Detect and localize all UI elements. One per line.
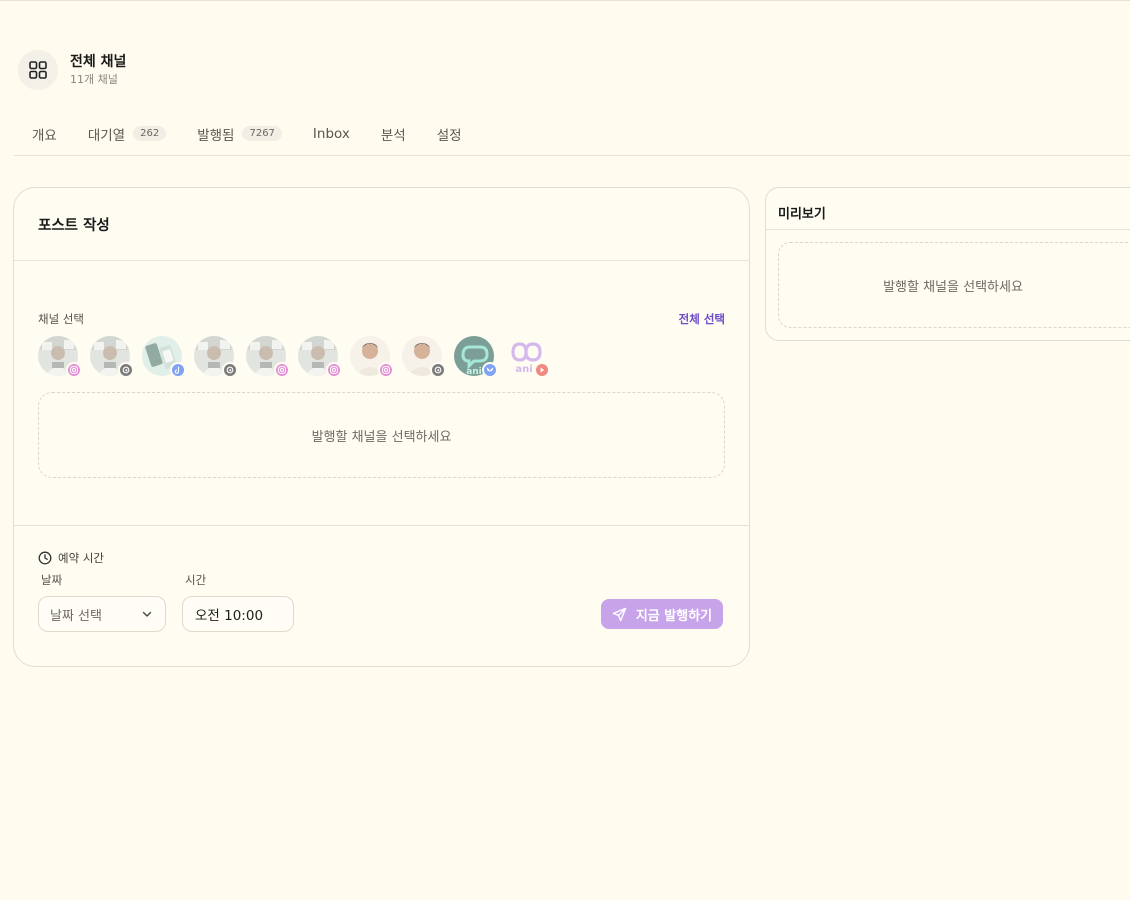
channel-avatar[interactable] [298,336,342,378]
post-composer-card: 포스트 작성 채널 선택 전체 선택 ani ani 발행할 채널을 선택하세요 … [13,187,750,667]
time-label: 시간 [185,573,207,587]
svg-text:ani: ani [466,367,482,376]
channel-avatar[interactable] [194,336,238,378]
page-title: 전체 채널 [70,54,127,70]
channel-header: 전체 채널 11개 채널 [18,50,126,90]
instagram-icon [66,362,82,378]
composer-title: 포스트 작성 [38,218,110,234]
channel-avatar[interactable]: ani [506,336,550,378]
queue-count-badge: 262 [133,126,167,141]
channel-avatar[interactable] [38,336,82,378]
preview-placeholder: 발행할 채널을 선택하세요 [778,242,1130,328]
channel-avatar[interactable] [350,336,394,378]
time-field[interactable]: 오전 10:00 [182,596,294,632]
send-icon [612,607,627,621]
publish-now-button[interactable]: 지금 발행하기 [601,599,723,629]
tiktok-icon [170,362,186,378]
threads-icon [118,362,134,378]
published-count-badge: 7267 [242,126,282,141]
date-label: 날짜 [41,573,63,587]
chevron-down-icon [142,611,152,617]
select-all-button[interactable]: 전체 선택 [679,311,725,327]
date-picker[interactable]: 날짜 선택 [38,596,166,632]
threads-icon [222,362,238,378]
tab-settings[interactable]: 설정 [437,112,462,156]
youtube-icon [534,362,550,378]
tab-analytics[interactable]: 분석 [381,112,406,156]
svg-text:ani: ani [515,364,532,375]
threads-icon [430,362,446,378]
bluesky-icon [482,362,498,378]
tab-inbox[interactable]: Inbox [313,112,350,156]
channel-select-label: 채널 선택 [38,312,84,326]
date-placeholder: 날짜 선택 [50,608,102,624]
preview-card: 미리보기 발행할 채널을 선택하세요 [765,187,1130,341]
channel-avatar-list: ani ani [38,336,725,380]
tab-overview[interactable]: 개요 [32,112,57,156]
channel-avatar[interactable] [402,336,446,378]
tab-queue[interactable]: 대기열 262 [88,112,167,156]
grid-icon [18,50,58,90]
preview-title: 미리보기 [766,188,1130,230]
instagram-icon [326,362,342,378]
channel-avatar[interactable]: ani [454,336,498,378]
schedule-label: 예약 시간 [38,550,725,566]
clock-icon [38,551,52,565]
instagram-icon [274,362,290,378]
tab-bar: 개요 대기열 262 발행됨 7267 Inbox 분석 설정 [14,112,1130,156]
instagram-icon [378,362,394,378]
channel-avatar[interactable] [246,336,290,378]
channel-avatar[interactable] [142,336,186,378]
channel-count: 11개 채널 [70,73,118,86]
top-divider [0,0,1130,2]
channel-dropzone: 발행할 채널을 선택하세요 [38,392,725,478]
tab-published[interactable]: 발행됨 7267 [197,112,282,156]
channel-avatar[interactable] [90,336,134,378]
